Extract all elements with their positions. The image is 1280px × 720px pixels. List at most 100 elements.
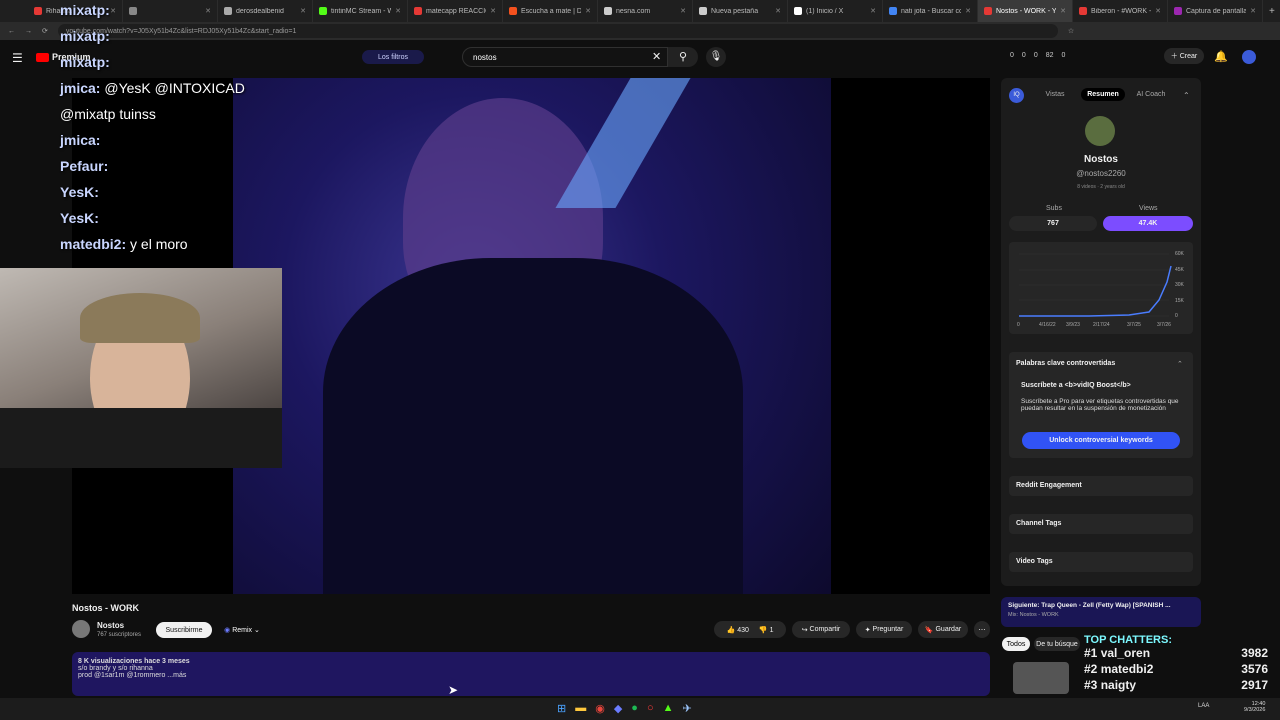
subs-value[interactable]: 767	[1009, 216, 1097, 231]
new-tab-icon[interactable]: +	[1269, 6, 1275, 17]
chat-message: mixatp:	[60, 28, 300, 54]
tab-title: Biberon - #WORK - Yo	[1091, 7, 1152, 15]
chip-all[interactable]: Todos	[1002, 637, 1030, 651]
browser-tab[interactable]: tintinMC Stream - Watc ✕	[313, 0, 408, 22]
video-thumbnail[interactable]	[1013, 662, 1069, 694]
top-chatter-row: #3 naigty 2917	[1078, 678, 1278, 694]
browser-tab[interactable]: nesna.com ✕	[598, 0, 693, 22]
x-tick-label: 3/7/25	[1127, 322, 1141, 328]
thumbs-down-icon: 👎	[758, 626, 770, 634]
channel-name[interactable]: Nostos	[97, 621, 124, 630]
vidiq-stats: 0 0 0 82 0	[1010, 52, 1065, 59]
filters-button[interactable]: Los filtros	[362, 50, 424, 64]
discord-icon[interactable]: ◆	[614, 702, 622, 715]
language-indicator[interactable]: LAA	[1198, 703, 1209, 709]
close-tab-icon[interactable]: ✕	[1155, 7, 1161, 15]
mouse-cursor: ➤	[448, 683, 459, 697]
unlock-keywords-button[interactable]: Unlock controversial keywords	[1022, 432, 1180, 449]
views-value[interactable]: 47.4K	[1103, 216, 1193, 231]
x-tick-label: 2/17/24	[1093, 322, 1110, 328]
avatar[interactable]	[1242, 50, 1256, 64]
app-icon[interactable]: ▲	[663, 702, 674, 715]
browser-tab[interactable]: Biberon - #WORK - Yo✕	[1073, 0, 1168, 22]
video-tags-section[interactable]: Video Tags	[1009, 552, 1193, 572]
stat-counter: 0	[1061, 52, 1066, 59]
description-line: prod @1sar1m @1rommero ...más	[78, 672, 187, 679]
microphone-icon[interactable]: 🎙	[706, 47, 726, 67]
chat-text: @mixatp tuinss	[60, 106, 156, 122]
close-tab-icon[interactable]: ✕	[300, 7, 306, 15]
save-button[interactable]: 🔖 Guardar	[918, 621, 968, 638]
more-actions-icon[interactable]: ⋯	[974, 621, 990, 638]
tab-favicon-icon	[889, 7, 897, 15]
collapse-icon[interactable]: ⌃	[1183, 91, 1190, 100]
start-icon[interactable]: ⊞	[557, 702, 566, 715]
thumbs-up-icon: 👍	[726, 626, 738, 634]
channel-avatar[interactable]	[72, 620, 90, 638]
y-tick-label: 0	[1175, 313, 1178, 319]
like-button[interactable]: 👍 430	[727, 626, 749, 634]
share-button[interactable]: ↪ Compartir	[792, 621, 850, 638]
close-tab-icon[interactable]: ✕	[680, 7, 686, 15]
browser-tab[interactable]: nati jota - Buscar con G ✕	[883, 0, 978, 22]
chat-text: y el moro	[130, 236, 188, 252]
search-icon[interactable]: ⚲	[668, 47, 698, 67]
up-next-card[interactable]: Siguiente: Trap Queen - Zell (Fetty Wap)…	[1001, 597, 1201, 627]
channel-tags-section[interactable]: Channel Tags	[1009, 514, 1193, 534]
clock[interactable]: 12:40 9/3/2026	[1244, 701, 1265, 713]
opera-icon[interactable]: ○	[647, 702, 654, 715]
notifications-icon[interactable]: 🔔	[1214, 50, 1228, 63]
video-description[interactable]: 8 K visualizaciones hace 3 meses s/o bra…	[72, 652, 990, 696]
close-tab-icon[interactable]: ✕	[965, 7, 971, 15]
chat-message: Pefaur:	[60, 158, 300, 184]
reload-icon[interactable]: ⟳	[42, 27, 48, 35]
vidiq-tab[interactable]: Resumen	[1081, 88, 1125, 101]
back-icon[interactable]: ←	[8, 28, 15, 35]
y-tick-label: 30K	[1175, 282, 1184, 288]
tab-title: Escucha a mate | Dish	[521, 7, 581, 15]
close-tab-icon[interactable]: ✕	[490, 7, 496, 15]
close-tab-icon[interactable]: ✕	[395, 7, 401, 15]
search-input[interactable]: nostos	[462, 47, 668, 67]
close-tab-icon[interactable]: ✕	[775, 7, 781, 15]
reddit-engagement-section[interactable]: Reddit Engagement	[1009, 476, 1193, 496]
menu-icon[interactable]: ☰	[12, 51, 23, 65]
close-tab-icon[interactable]: ✕	[870, 7, 876, 15]
steam-icon[interactable]: ✈	[683, 702, 692, 715]
spotify-icon[interactable]: ●	[631, 702, 638, 715]
forward-icon[interactable]: →	[25, 28, 32, 35]
close-tab-icon[interactable]: ✕	[1060, 7, 1066, 15]
create-button[interactable]: ＋ Crear	[1164, 48, 1204, 64]
tab-title: matecapp REACCIONA	[426, 7, 486, 15]
browser-tab[interactable]: Nueva pestaña ✕	[693, 0, 788, 22]
browser-tab[interactable]: matecapp REACCIONA ✕	[408, 0, 503, 22]
like-dislike-group: 👍 430 👎 1	[714, 621, 786, 638]
remix-button[interactable]: ◉ Remix ⌄	[218, 622, 266, 638]
vidiq-tab[interactable]: AI Coach	[1129, 88, 1173, 101]
star-icon[interactable]: ☆	[1068, 27, 1074, 35]
vidiq-tab[interactable]: Vistas	[1033, 88, 1077, 101]
x-tick-label: 3/7/26	[1157, 322, 1171, 328]
close-tab-icon[interactable]: ✕	[1250, 7, 1256, 15]
tab-title: (1) Inicio / X	[806, 7, 844, 15]
channel-avatar[interactable]	[1085, 116, 1115, 146]
section-label: Video Tags	[1016, 558, 1053, 565]
chevron-up-icon[interactable]: ⌃	[1177, 360, 1183, 368]
ask-button[interactable]: ✦ Preguntar	[856, 621, 912, 638]
browser-tab[interactable]: Nostos - WORK - Y ✕	[978, 0, 1073, 22]
subscribe-button[interactable]: Suscribirme	[156, 622, 212, 638]
clear-search-icon[interactable]: ✕	[652, 50, 661, 63]
views-chart: 60K 45K 30K 15K 0 0 4/16/22 3/9/23 2/17/24 3/7/25…	[1009, 242, 1193, 334]
remix-label: Remix	[232, 626, 253, 634]
browser-tab[interactable]: (1) Inicio / X ✕	[788, 0, 883, 22]
browser-tab[interactable]: Captura de pantalla p✕	[1168, 0, 1263, 22]
create-label: Crear	[1179, 52, 1198, 60]
chrome-icon[interactable]: ◉	[595, 702, 605, 715]
tab-title: Captura de pantalla p	[1186, 7, 1247, 15]
chip-from-search[interactable]: De tu búsque	[1034, 637, 1080, 651]
file-explorer-icon[interactable]: ▬	[575, 702, 586, 715]
dislike-button[interactable]: 👎 1	[759, 626, 774, 634]
browser-tab[interactable]: Escucha a mate | Dish ✕	[503, 0, 598, 22]
views-line-chart	[1019, 253, 1172, 317]
close-tab-icon[interactable]: ✕	[585, 7, 591, 15]
